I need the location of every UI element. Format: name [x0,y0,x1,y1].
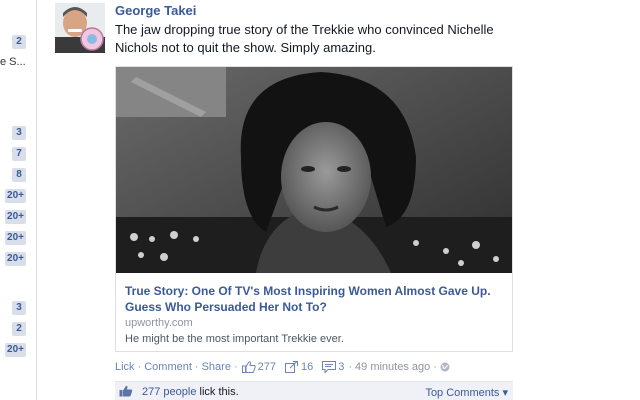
share-count-link[interactable]: 16 [284,361,314,373]
share-link[interactable]: Share [202,361,231,373]
likes-summary: 277 people lick this. [142,386,239,398]
post-text: The jaw dropping true story of the Trekk… [115,22,494,55]
like-summary-bar: 277 people lick this. Top Comments ▾ [115,381,513,400]
share-icon [284,361,298,373]
count-badge[interactable]: 20+ [5,210,26,224]
link-preview-card[interactable]: True Story: One Of TV's Most Inspiring W… [115,66,513,352]
like-count-link[interactable]: 277 [241,361,276,373]
comment-count: 3 [338,361,345,373]
top-comments-dropdown[interactable]: Top Comments ▾ [425,386,508,399]
count-badge[interactable]: 20+ [5,189,26,203]
comment-count-link[interactable]: 3 [322,361,344,373]
post-timestamp[interactable]: 49 minutes ago [355,361,430,373]
left-sidebar: 2 e S... 3 7 8 20+ 20+ 20+ 20+ 3 2 20+ [0,0,37,400]
separator-dot: · [433,361,437,373]
share-count: 16 [300,361,314,373]
like-people-link[interactable]: 277 people [142,386,196,398]
link-domain: upworthy.com [125,317,193,329]
sidebar-truncated-label[interactable]: e S... [0,56,26,68]
count-badge[interactable]: 20+ [5,252,26,266]
count-badge[interactable]: 20+ [5,231,26,245]
count-badge[interactable]: 3 [12,301,26,315]
link-preview-image[interactable] [116,67,512,273]
count-badge[interactable]: 20+ [5,343,26,357]
like-count: 277 [257,361,276,373]
globe-icon[interactable] [440,362,450,372]
thumbs-up-icon [119,385,133,397]
lick-link[interactable]: Lick [115,361,135,373]
author-avatar[interactable] [55,3,105,53]
thumbs-up-icon [241,361,256,373]
post-actions: Lick · Comment · Share · 277 16 3 · 49 m… [115,361,450,373]
portrait-photo [116,67,512,273]
count-badge[interactable]: 3 [12,126,26,140]
link-title[interactable]: True Story: One Of TV's Most Inspiring W… [125,283,495,315]
count-badge[interactable]: 2 [12,35,26,49]
comment-icon [322,361,337,373]
link-description: He might be the most important Trekkie e… [125,333,344,345]
likes-suffix: lick this. [199,386,239,398]
author-name[interactable]: George Takei [115,3,196,18]
separator-dot: · [137,361,142,373]
separator-dot: · [194,361,199,373]
count-badge[interactable]: 7 [12,147,26,161]
separator-dot: · [348,361,353,373]
separator-dot: · [233,361,238,373]
count-badge[interactable]: 8 [12,168,26,182]
avatar-photo [55,3,105,53]
count-badge[interactable]: 2 [12,322,26,336]
comment-link[interactable]: Comment [144,361,192,373]
